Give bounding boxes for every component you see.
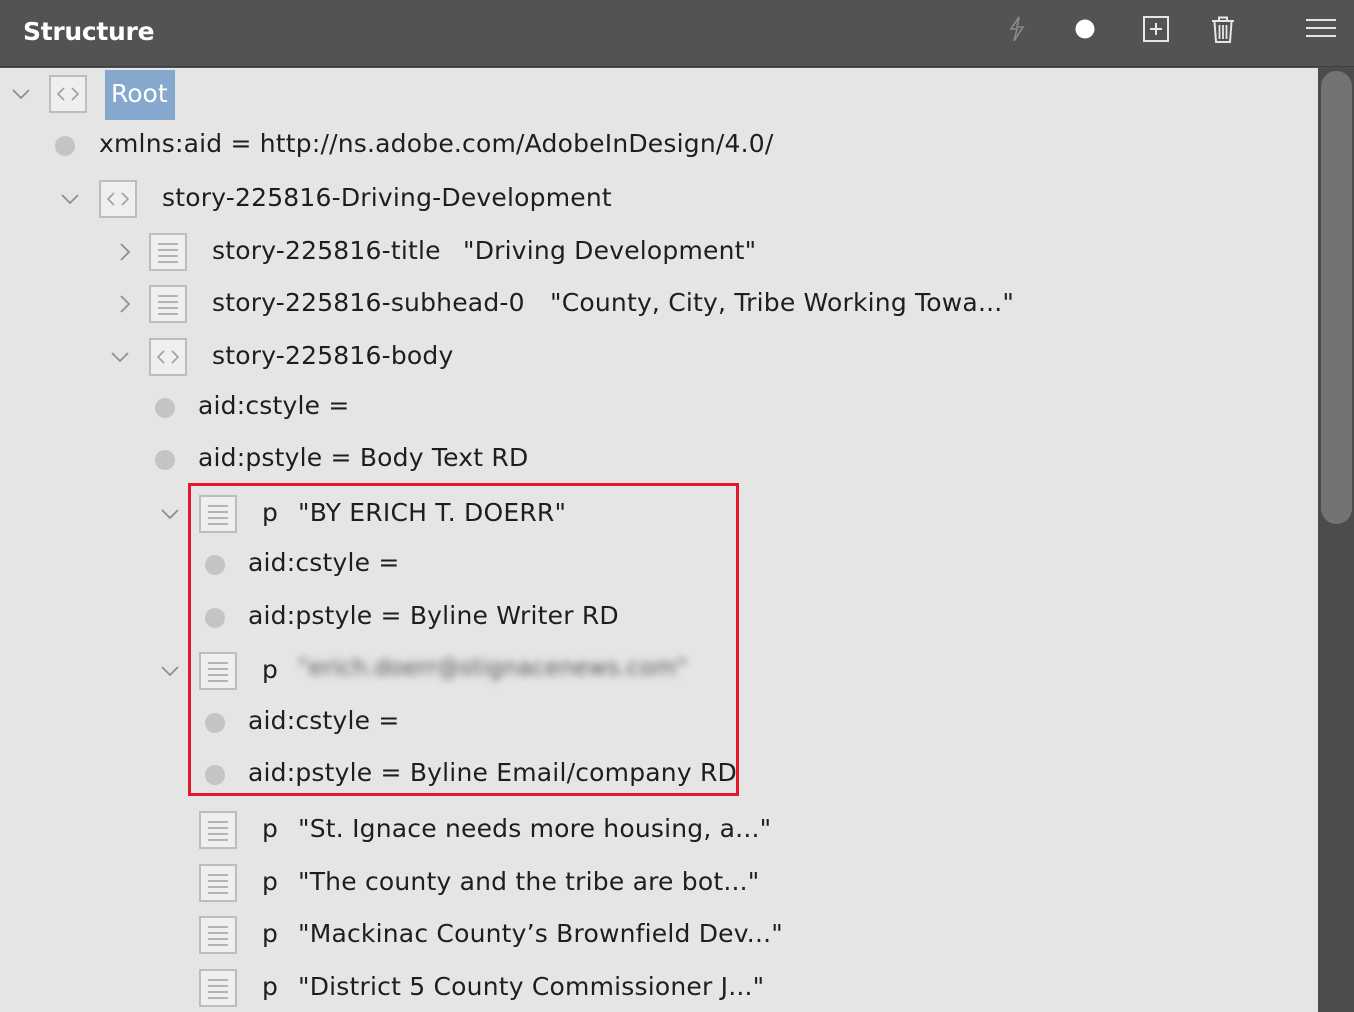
attribute-dot-icon <box>155 450 175 470</box>
tree-row-root[interactable]: Root <box>0 69 1300 120</box>
element-preview-text: "District 5 County Commissioner J..." <box>298 972 765 1001</box>
attribute-label: xmlns:aid = http://ns.adobe.com/AdobeInD… <box>99 129 774 158</box>
chevron-down-icon[interactable] <box>160 661 180 681</box>
element-label: p <box>262 972 279 1001</box>
element-label: story-225816-subhead-0 <box>212 288 525 317</box>
tree-row-title[interactable]: story-225816-title "Driving Development" <box>0 227 1300 277</box>
attribute-row[interactable]: aid:cstyle = <box>0 539 1300 589</box>
text-element-icon <box>199 864 237 902</box>
attribute-dot-icon <box>205 555 225 575</box>
text-element-icon <box>199 811 237 849</box>
attribute-label: aid:pstyle = Byline Email/company RD <box>248 758 737 787</box>
chevron-right-icon[interactable] <box>115 242 135 262</box>
element-tag-icon <box>99 180 137 218</box>
element-label: story-225816-body <box>212 341 454 370</box>
attribute-row[interactable]: aid:cstyle = <box>0 382 1300 432</box>
attribute-dot-icon <box>205 608 225 628</box>
attribute-dot-icon <box>155 398 175 418</box>
panel-header: Structure <box>0 0 1354 67</box>
text-element-icon <box>199 495 237 533</box>
element-preview-text: "Driving Development" <box>463 236 757 265</box>
element-preview-text: "St. Ignace needs more housing, a..." <box>298 814 772 843</box>
tree-row-story[interactable]: story-225816-Driving-Development <box>0 174 1300 224</box>
tree-row-paragraph[interactable]: p "District 5 County Commissioner J..." <box>0 963 1300 1012</box>
element-label: p <box>262 655 279 684</box>
attribute-label: aid:pstyle = Byline Writer RD <box>248 601 619 630</box>
record-dot-icon[interactable] <box>1070 14 1100 44</box>
element-label: p <box>262 814 279 843</box>
element-label: p <box>262 919 279 948</box>
element-preview-text: "County, City, Tribe Working Towa..." <box>550 288 1015 317</box>
attribute-dot-icon <box>205 713 225 733</box>
menu-icon[interactable] <box>1304 14 1338 44</box>
text-element-icon <box>199 652 237 690</box>
text-element-icon <box>199 969 237 1007</box>
chevron-down-icon[interactable] <box>11 84 31 104</box>
chevron-right-icon[interactable] <box>115 294 135 314</box>
tree-row-paragraph[interactable]: p "The county and the tribe are bot..." <box>0 858 1300 908</box>
attribute-label: aid:pstyle = Body Text RD <box>198 443 529 472</box>
element-label: p <box>262 867 279 896</box>
element-label: story-225816-Driving-Development <box>162 183 612 212</box>
attribute-dot-icon <box>205 765 225 785</box>
text-element-icon <box>149 233 187 271</box>
element-label: story-225816-title <box>212 236 441 265</box>
element-preview-text-blurred: "erich.doerr@stignacenews.com" <box>298 655 688 681</box>
element-tag-icon <box>149 338 187 376</box>
add-element-icon[interactable] <box>1141 14 1171 44</box>
scrollbar-thumb[interactable] <box>1321 71 1352 524</box>
element-preview-text: "BY ERICH T. DOERR" <box>298 498 567 527</box>
attribute-row[interactable]: aid:pstyle = Byline Writer RD <box>0 592 1300 642</box>
text-element-icon <box>149 285 187 323</box>
attribute-label: aid:cstyle = <box>248 706 400 735</box>
attribute-label: aid:cstyle = <box>248 548 400 577</box>
trash-icon[interactable] <box>1208 14 1238 44</box>
element-preview-text: "Mackinac County’s Brownfield Dev..." <box>298 919 783 948</box>
attribute-row[interactable]: xmlns:aid = http://ns.adobe.com/AdobeInD… <box>0 120 1300 170</box>
tree-row-paragraph[interactable]: p "BY ERICH T. DOERR" <box>0 489 1300 539</box>
panel-title: Structure <box>23 17 155 46</box>
attribute-dot-icon <box>55 136 75 156</box>
element-label: p <box>262 498 279 527</box>
tree-row-subhead[interactable]: story-225816-subhead-0 "County, City, Tr… <box>0 279 1300 329</box>
attribute-label: aid:cstyle = <box>198 391 350 420</box>
chevron-down-icon[interactable] <box>60 189 80 209</box>
text-element-icon <box>199 916 237 954</box>
tree-row-paragraph[interactable]: p "Mackinac County’s Brownfield Dev..." <box>0 910 1300 960</box>
lightning-icon[interactable] <box>1002 14 1032 44</box>
attribute-row[interactable]: aid:cstyle = <box>0 697 1300 747</box>
attribute-row[interactable]: aid:pstyle = Body Text RD <box>0 434 1300 484</box>
root-label[interactable]: Root <box>111 79 168 108</box>
chevron-down-icon[interactable] <box>110 347 130 367</box>
chevron-down-icon[interactable] <box>160 504 180 524</box>
element-tag-icon <box>49 75 87 113</box>
attribute-row[interactable]: aid:pstyle = Byline Email/company RD <box>0 749 1300 799</box>
tree-row-paragraph[interactable]: p "erich.doerr@stignacenews.com" <box>0 646 1300 696</box>
element-preview-text: "The county and the tribe are bot..." <box>298 867 760 896</box>
structure-tree: Root xmlns:aid = http://ns.adobe.com/Ado… <box>0 68 1318 1012</box>
tree-row-paragraph[interactable]: p "St. Ignace needs more housing, a..." <box>0 805 1300 855</box>
tree-row-body[interactable]: story-225816-body <box>0 332 1300 382</box>
